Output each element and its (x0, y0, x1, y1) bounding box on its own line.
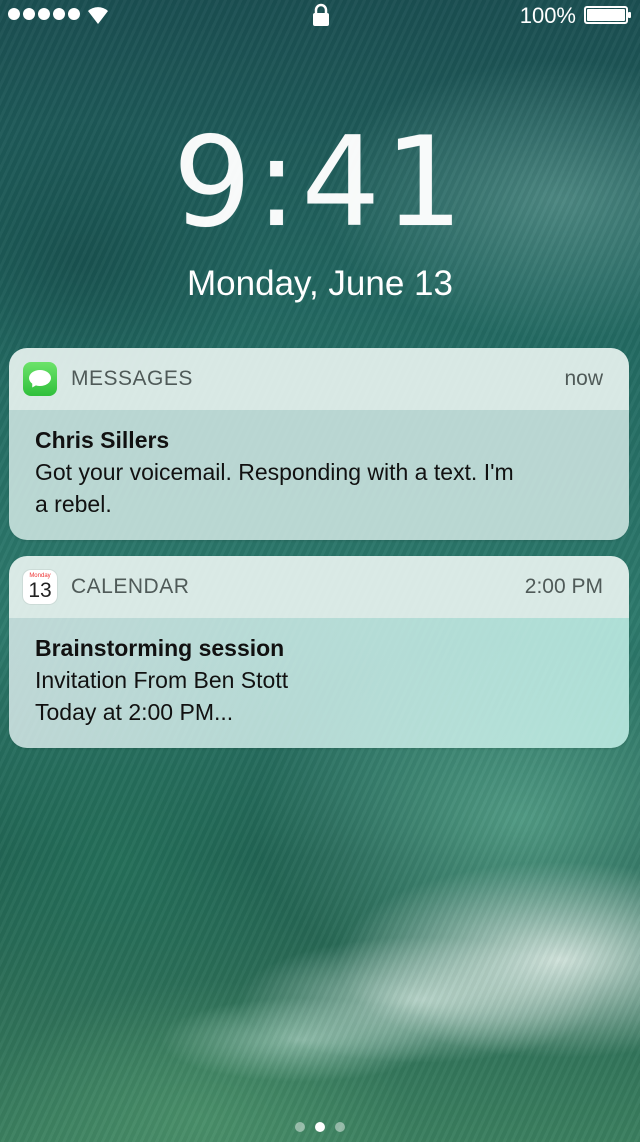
messages-app-icon (23, 362, 57, 396)
notification-title: Chris Sillers (35, 427, 170, 453)
wifi-icon (88, 7, 108, 24)
notification-text-line: Today at 2:00 PM... (35, 699, 234, 725)
status-bar: 100% (0, 0, 640, 30)
page-dot (335, 1122, 345, 1132)
notification-app-name: CALENDAR (71, 575, 190, 598)
page-dot (295, 1122, 305, 1132)
calendar-icon-date: 13 (28, 579, 52, 602)
notification-header: Monday 13 CALENDAR 2:00 PM (9, 556, 629, 618)
notification-body: Brainstorming session Invitation From Be… (9, 618, 629, 748)
notification-body: Chris Sillers Got your voicemail. Respon… (9, 410, 629, 540)
battery-icon (584, 6, 631, 24)
lock-screen-date: Monday, June 13 (187, 264, 453, 303)
notification-time: now (564, 367, 603, 390)
calendar-app-icon: Monday 13 (23, 570, 57, 604)
page-dot (315, 1122, 325, 1132)
page-indicator[interactable] (0, 1122, 640, 1132)
clock-time: 9:41 (172, 111, 468, 255)
messages-notification[interactable]: MESSAGES now Chris Sillers Got your voic… (9, 348, 629, 540)
notification-time: 2:00 PM (524, 575, 603, 598)
signal-dots-icon (8, 8, 80, 20)
calendar-notification[interactable]: Monday 13 CALENDAR 2:00 PM Brainstorming… (9, 556, 629, 748)
lock-screen-clock: 9:41 (0, 118, 640, 249)
battery-percentage: 100% (519, 3, 576, 28)
notification-text-line: Invitation From Ben Stott (35, 667, 289, 693)
notification-app-name: MESSAGES (71, 367, 193, 390)
notification-text-line: a rebel. (35, 491, 112, 517)
lock-icon (313, 3, 329, 26)
notification-title: Brainstorming session (35, 635, 285, 661)
notification-text-line: Got your voicemail. Responding with a te… (35, 459, 514, 485)
notification-header: MESSAGES now (9, 348, 629, 410)
